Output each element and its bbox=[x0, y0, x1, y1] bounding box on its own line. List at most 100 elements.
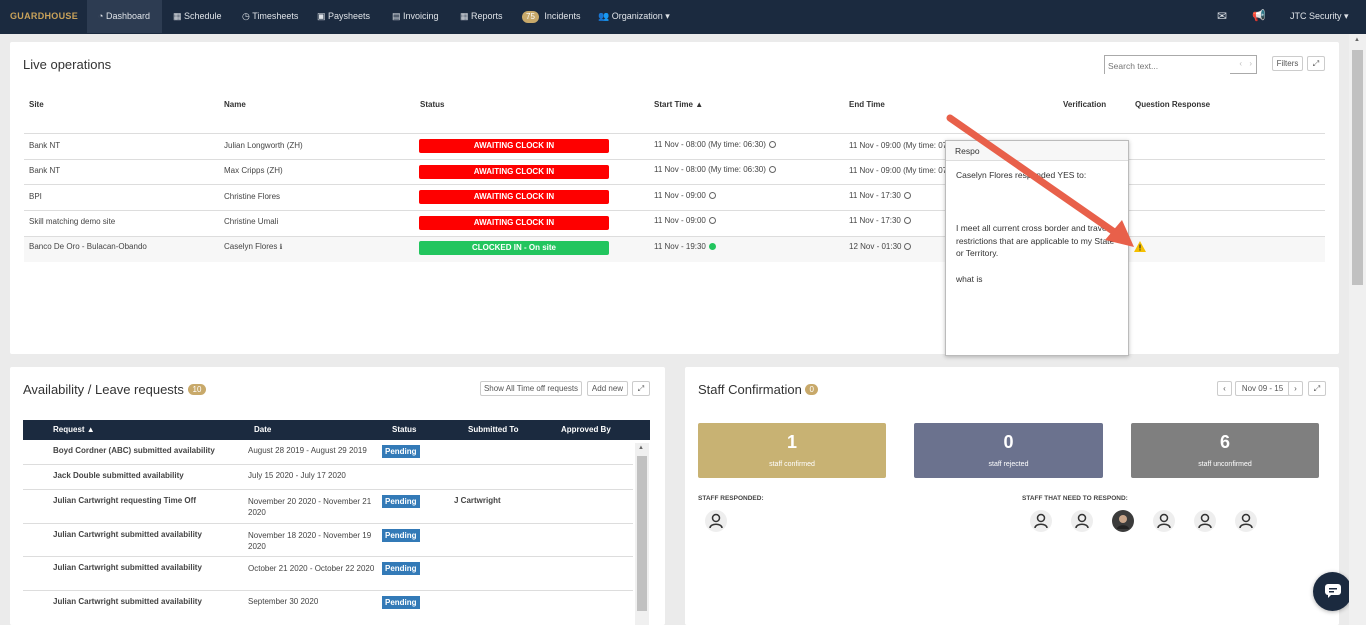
status-badge: Pending bbox=[382, 445, 420, 458]
status-badge: AWAITING CLOCK IN bbox=[419, 216, 609, 230]
chat-icon bbox=[1325, 584, 1341, 598]
avatar[interactable] bbox=[1153, 510, 1175, 532]
name-cell: Max Cripps (ZH) bbox=[224, 166, 283, 175]
nav-reports[interactable]: ▦ Reports bbox=[460, 0, 503, 33]
mail-icon[interactable]: ✉ bbox=[1217, 0, 1227, 33]
table-scrollbar[interactable]: ▲ bbox=[635, 443, 649, 625]
search-input[interactable] bbox=[1105, 58, 1230, 74]
col-status[interactable]: Status bbox=[420, 100, 444, 109]
info-icon[interactable]: ℹ bbox=[280, 244, 283, 251]
name-cell: Christine Flores bbox=[224, 192, 281, 201]
clock-status-icon bbox=[768, 141, 776, 148]
caret-down-icon: ▾ bbox=[665, 11, 670, 21]
status-badge: AWAITING CLOCK IN bbox=[419, 190, 609, 204]
clock-icon: ◷ bbox=[242, 11, 250, 21]
status-badge: AWAITING CLOCK IN bbox=[419, 165, 609, 179]
scroll-thumb bbox=[1352, 50, 1363, 285]
nav-schedule[interactable]: ▦ Schedule bbox=[173, 0, 222, 33]
nav-incidents[interactable]: 75 Incidents bbox=[522, 0, 580, 33]
avatar[interactable] bbox=[1235, 510, 1257, 532]
add-new-button[interactable]: Add new bbox=[587, 381, 628, 396]
name-cell: Julian Longworth (ZH) bbox=[224, 141, 303, 150]
nav-paysheets[interactable]: ▣ Paysheets bbox=[317, 0, 370, 33]
filters-button[interactable]: Filters bbox=[1272, 56, 1303, 71]
staff-count-badge: 0 bbox=[805, 384, 818, 395]
dashboard-icon: ◔ bbox=[98, 11, 104, 21]
col-status[interactable]: Status bbox=[392, 425, 416, 434]
clocked-in-dot-icon bbox=[708, 243, 716, 250]
avatar[interactable] bbox=[705, 510, 727, 532]
col-submitted-to[interactable]: Submitted To bbox=[468, 425, 519, 434]
expand-icon[interactable]: ⤢ bbox=[1307, 56, 1325, 71]
site-cell: Bank NT bbox=[29, 141, 61, 150]
invoice-icon: ▤ bbox=[392, 11, 401, 21]
site-cell: Bank NT bbox=[29, 166, 61, 175]
scroll-thumb bbox=[637, 456, 647, 611]
expand-icon[interactable]: ⤢ bbox=[632, 381, 650, 396]
avatar[interactable] bbox=[1071, 510, 1093, 532]
chevron-left-icon: ‹ bbox=[1223, 384, 1226, 393]
account-menu[interactable]: JTC Security ▾ bbox=[1290, 0, 1349, 33]
panel-title: Live operations bbox=[23, 57, 112, 72]
end-cell: 11 Nov - 09:00 (My time: 07 bbox=[849, 141, 948, 150]
avatar[interactable] bbox=[1030, 510, 1052, 532]
col-end-time[interactable]: End Time bbox=[849, 100, 885, 109]
panel-title: Staff Confirmation 0 bbox=[698, 382, 818, 397]
staff-confirmation-panel: Staff Confirmation 0 ‹ Nov 09 - 15 › ⤢ 1… bbox=[685, 367, 1339, 625]
status-badge: Pending bbox=[382, 562, 420, 575]
page-scrollbar[interactable]: ▲ bbox=[1349, 34, 1366, 625]
col-approved-by[interactable]: Approved By bbox=[561, 425, 611, 434]
nav-dashboard[interactable]: ◔ Dashboard bbox=[87, 0, 162, 33]
start-cell: 11 Nov - 09:00 bbox=[654, 191, 716, 200]
clock-status-icon bbox=[903, 217, 911, 224]
start-cell: 11 Nov - 19:30 bbox=[654, 242, 716, 251]
clock-status-icon bbox=[708, 192, 716, 199]
chevron-right-icon[interactable]: › bbox=[1249, 59, 1252, 68]
annotation-arrow bbox=[946, 114, 1134, 247]
status-badge: Pending bbox=[382, 596, 420, 609]
avatar-photo[interactable] bbox=[1112, 510, 1134, 532]
availability-count-badge: 10 bbox=[187, 384, 207, 395]
status-badge: AWAITING CLOCK IN bbox=[419, 139, 609, 153]
scroll-up-arrow: ▲ bbox=[1354, 37, 1360, 43]
nav-organization[interactable]: 👥 Organization ▾ bbox=[598, 0, 670, 33]
col-site[interactable]: Site bbox=[29, 100, 44, 109]
expand-icon[interactable]: ⤢ bbox=[1308, 381, 1326, 396]
col-request[interactable]: Request ▲ bbox=[53, 425, 95, 434]
chevron-left-icon[interactable]: ‹ bbox=[1239, 59, 1242, 68]
clock-status-icon bbox=[768, 166, 776, 173]
chat-button[interactable] bbox=[1313, 572, 1352, 611]
date-range[interactable]: Nov 09 - 15 bbox=[1235, 381, 1290, 396]
col-date[interactable]: Date bbox=[254, 425, 271, 434]
chevron-right-icon: › bbox=[1294, 384, 1297, 393]
prev-week-button[interactable]: ‹ bbox=[1217, 381, 1232, 396]
status-badge: Pending bbox=[382, 529, 420, 542]
nav-invoicing[interactable]: ▤ Invoicing bbox=[392, 0, 439, 33]
availability-panel: Availability / Leave requests 10 Show Al… bbox=[10, 367, 665, 625]
end-cell: 11 Nov - 17:30 bbox=[849, 191, 911, 200]
name-cell: Christine Umali bbox=[224, 217, 279, 226]
avatar[interactable] bbox=[1194, 510, 1216, 532]
col-question-response[interactable]: Question Response bbox=[1135, 100, 1210, 109]
nav-timesheets[interactable]: ◷ Timesheets bbox=[242, 0, 298, 33]
staff-unconfirmed-box[interactable]: 6 staff unconfirmed bbox=[1131, 423, 1319, 478]
site-cell: Skill matching demo site bbox=[29, 217, 116, 226]
users-icon: 👥 bbox=[598, 11, 610, 21]
next-week-button[interactable]: › bbox=[1288, 381, 1303, 396]
logo[interactable]: GUARDHOUSE bbox=[10, 11, 78, 21]
col-verification[interactable]: Verification bbox=[1063, 100, 1106, 109]
status-badge: Pending bbox=[382, 495, 420, 508]
megaphone-icon[interactable]: 📢 bbox=[1252, 0, 1266, 33]
staff-confirmed-box[interactable]: 1 staff confirmed bbox=[698, 423, 886, 478]
panel-title: Availability / Leave requests 10 bbox=[23, 382, 207, 397]
table-header bbox=[23, 420, 650, 440]
site-cell: Banco De Oro - Bulacan-Obando bbox=[29, 242, 147, 251]
clock-status-icon bbox=[708, 217, 716, 224]
staff-rejected-box[interactable]: 0 staff rejected bbox=[914, 423, 1103, 478]
staff-need-respond-label: STAFF THAT NEED TO RESPOND: bbox=[1022, 495, 1128, 502]
start-cell: 11 Nov - 08:00 (My time: 06:30) bbox=[654, 140, 776, 149]
show-all-time-off-button[interactable]: Show All Time off requests bbox=[480, 381, 582, 396]
site-cell: BPI bbox=[29, 192, 42, 201]
col-name[interactable]: Name bbox=[224, 100, 246, 109]
col-start-time[interactable]: Start Time ▲ bbox=[654, 100, 703, 109]
